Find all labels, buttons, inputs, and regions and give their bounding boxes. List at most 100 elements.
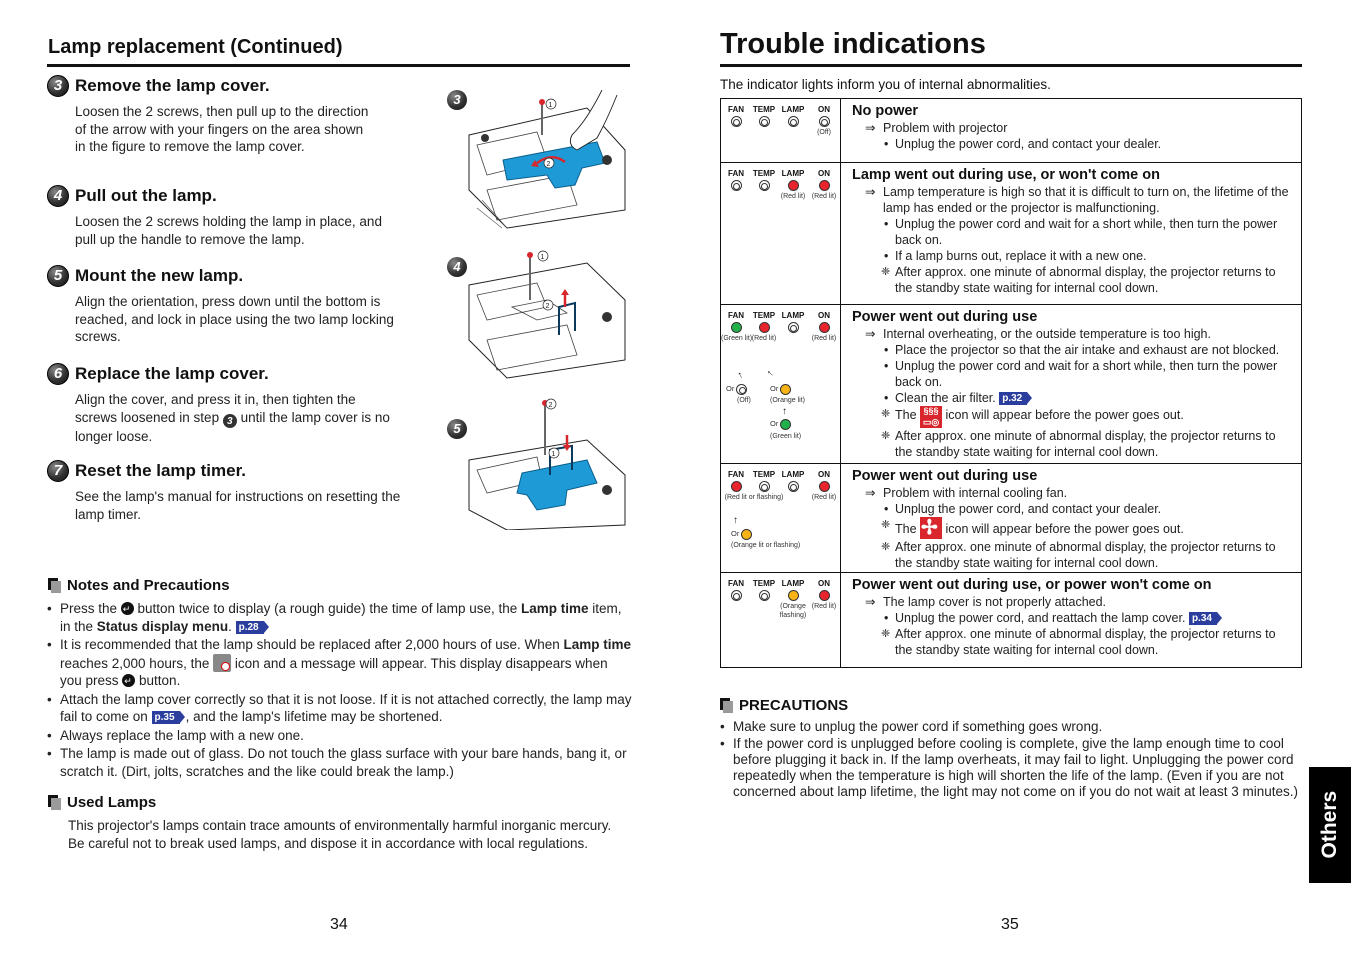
led-off-icon [787, 481, 799, 493]
led-off-icon [818, 116, 830, 128]
indicator-fan: FAN (Green lit) [721, 311, 753, 343]
page-ref-link[interactable]: p.32 [999, 392, 1033, 405]
indicator-label: LAMP [781, 311, 805, 320]
description-cell: Lamp went out during use, or won't come … [841, 163, 1301, 304]
indicator-fan: FAN [721, 169, 751, 192]
indicator-temp: TEMP [749, 470, 779, 493]
list-item: Press the button twice to display (a rou… [47, 600, 632, 635]
row-title: Lamp went out during use, or won't come … [852, 167, 1160, 183]
title-rule [720, 64, 1302, 67]
indicator-fan: FAN [721, 105, 751, 128]
description-cell: No power Problem with projector Unplug t… [841, 99, 1301, 162]
intro-text: The indicator lights inform you of inter… [720, 77, 1051, 92]
page-ref-link[interactable]: p.28 [235, 620, 269, 634]
indicator-cell: FAN TEMP LAMP (Orange flashing) ON (Red lit) [721, 573, 841, 667]
list-item: Attach the lamp cover correctly so that … [47, 691, 632, 726]
indicator-on: ON (Red lit) [809, 470, 839, 502]
note-item: The §§§▭◎ icon will appear before the po… [852, 406, 1293, 428]
note-item: After approx. one minute of abnormal dis… [852, 539, 1293, 571]
indicator-temp: TEMP (Red lit) [749, 311, 779, 343]
step-body: Loosen the 2 screws, then pull up to the… [75, 104, 369, 155]
callout-2: 2 [546, 303, 550, 310]
step-5: 5 Mount the new lamp. Align the orientat… [47, 265, 427, 346]
step-6: 6 Replace the lamp cover. Align the cove… [47, 363, 427, 446]
indicator-label: LAMP [781, 169, 805, 178]
indicator-label: LAMP [781, 105, 805, 114]
led-orange-icon [741, 529, 753, 540]
step-title: Remove the lamp cover. [75, 76, 270, 95]
indicator-label: TEMP [752, 311, 776, 320]
led-off-icon [730, 180, 742, 192]
description-cell: Power went out during use Internal overh… [841, 305, 1301, 463]
step-body: See the lamp's manual for instructions o… [75, 489, 401, 522]
projector-illustration: 2 1 [468, 398, 626, 530]
row-title: Power went out during use [852, 309, 1038, 325]
led-note: (Red lit or flashing) [724, 494, 784, 502]
led-note: (Red lit) [811, 193, 837, 201]
led-note: (Red lit) [780, 193, 806, 201]
indicator-label: ON [818, 470, 830, 479]
led-red-icon [818, 590, 830, 602]
action-item: Unplug the power cord and wait for a sho… [852, 216, 1293, 248]
cause-text: Problem with internal cooling fan. [852, 485, 1293, 501]
step-number-icon: 7 [47, 460, 69, 483]
notes-heading-text: Notes and Precautions [67, 577, 230, 594]
indicator-label: ON [818, 169, 830, 178]
indicator-lamp: LAMP [778, 311, 808, 334]
callout-1: 1 [549, 102, 553, 109]
list-item: It is recommended that the lamp should b… [47, 636, 632, 691]
page-ref-link[interactable]: p.34 [1188, 612, 1222, 625]
page-ref-link[interactable]: p.35 [151, 711, 185, 724]
section-tab-others[interactable]: Others [1309, 767, 1351, 883]
action-item: Unplug the power cord, and contact your … [852, 136, 1293, 152]
led-red-icon [818, 481, 830, 493]
indicator-on: ON (Off) [809, 105, 839, 137]
temperature-warning-icon: §§§ ▭◎ [920, 406, 943, 428]
figure-pull-lamp: 4 1 2 [447, 245, 629, 380]
arrow-icon: ↑ [733, 515, 738, 526]
arrow-icon: ↑ [764, 368, 777, 379]
indicator-label: FAN [728, 470, 744, 479]
indicator-fan: FAN (Red lit or flashing) [721, 470, 784, 502]
table-row: FAN (Green lit) TEMP (Red lit) LAMP ON (Red li… [721, 305, 1301, 464]
indicator-label: FAN [728, 169, 744, 178]
led-note: (Green lit) [721, 335, 753, 343]
led-note: (Green lit) [770, 433, 802, 440]
description-cell: Power went out during use, or power won'… [841, 573, 1301, 667]
indicator-cell: FAN (Green lit) TEMP (Red lit) LAMP ON (Red li… [721, 305, 841, 463]
led-red-icon [758, 322, 770, 334]
fan-alt-indicator: Or [726, 383, 748, 395]
led-green-icon [780, 419, 792, 430]
arrow-icon: ↑ [782, 406, 787, 417]
led-off-icon [758, 481, 770, 493]
trouble-table: FAN TEMP LAMP ON (Off) No power Problem with… [720, 98, 1302, 668]
precautions-heading-text: PRECAUTIONS [739, 697, 849, 714]
action-item: If a lamp burns out, replace it with a n… [852, 248, 1293, 264]
section-tab-label: Others [1318, 791, 1342, 859]
led-note: (Red lit) [811, 494, 837, 502]
note-item: After approx. one minute of abnormal dis… [852, 626, 1293, 658]
list-item: If the power cord is unplugged before co… [720, 736, 1300, 800]
used-lamps-body: This projector's lamps contain trace amo… [68, 818, 612, 851]
used-lamps-heading: Used Lamps [48, 793, 156, 813]
figure-remove-cover: 3 2 1 [447, 90, 629, 230]
page-34: Lamp replacement (Continued) 3 Remove th… [0, 0, 675, 954]
led-off-icon [787, 116, 799, 128]
indicator-lamp: LAMP (Orange flashing) [778, 579, 808, 620]
indicator-label: TEMP [752, 579, 776, 588]
used-lamps-heading-text: Used Lamps [67, 794, 157, 811]
led-red-icon [818, 180, 830, 192]
indicator-label: LAMP [781, 470, 805, 479]
table-row: FAN TEMP LAMP ON (Off) No power Problem with… [721, 99, 1301, 163]
projector-illustration: 2 1 [468, 90, 626, 229]
step-number-icon: 6 [47, 363, 69, 386]
led-note: (Orange flashing) [779, 603, 807, 620]
action-item: Unplug the power cord, and reattach the … [852, 610, 1293, 626]
precautions-heading: PRECAUTIONS [720, 696, 848, 716]
led-off-icon [758, 590, 770, 602]
step-body: Loosen the 2 screws holding the lamp in … [75, 214, 382, 247]
led-red-icon [730, 481, 742, 493]
list-item: Always replace the lamp with a new one. [47, 727, 632, 745]
led-off-icon [730, 116, 742, 128]
cause-text: The lamp cover is not properly attached. [852, 594, 1293, 610]
